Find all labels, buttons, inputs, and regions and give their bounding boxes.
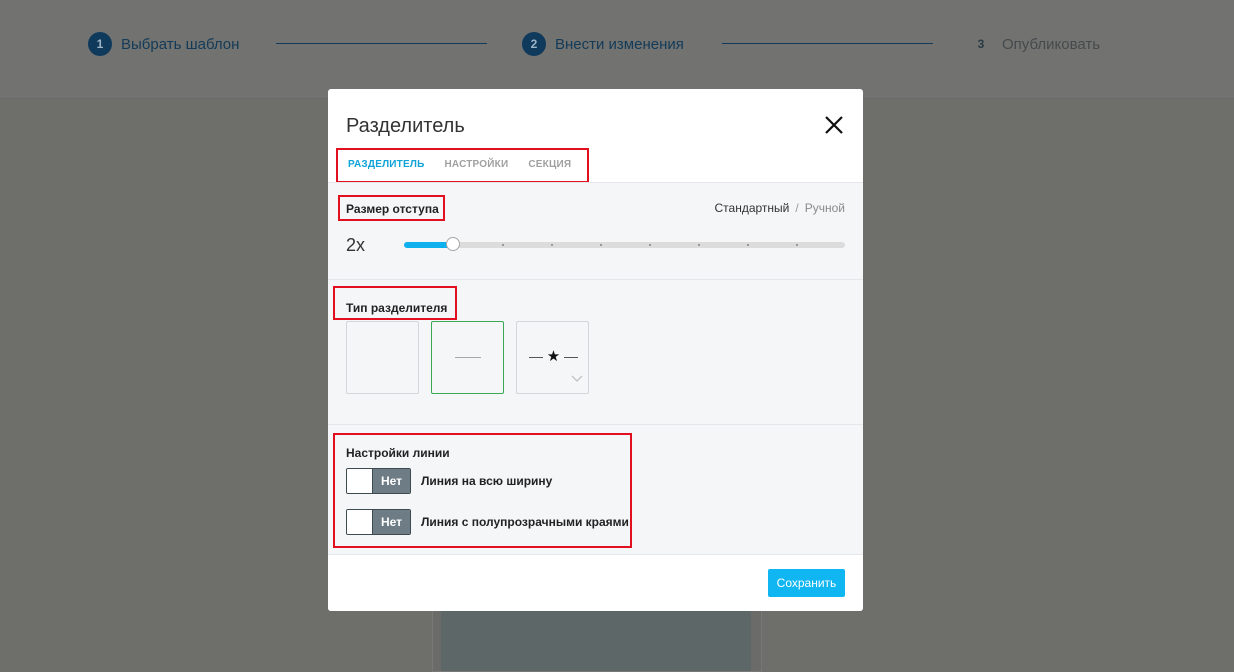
highlight-divider-type-label [333,286,457,320]
star-icon: ★ [546,348,561,365]
mode-separator: / [795,201,799,215]
highlight-tabs [336,148,589,183]
mode-manual[interactable]: Ручной [805,201,845,215]
slider-tick [698,244,700,246]
close-button[interactable] [822,113,846,137]
wizard-stepper: 1 Выбрать шаблон 2 Внести изменения 3 Оп… [0,0,1234,99]
mode-standard[interactable]: Стандартный [715,201,790,215]
chevron-down-icon [571,375,583,382]
step-number: 2 [522,32,546,56]
step-label: Внести изменения [555,35,684,53]
step-connector [722,43,933,44]
step-edit[interactable]: 2 Внести изменения [522,32,684,56]
divider-option-empty[interactable] [346,321,419,394]
preview-content [441,611,751,671]
close-icon [825,116,843,134]
padding-value: 2x [346,235,366,255]
divider-option-line[interactable] [431,321,504,394]
highlight-line-settings [333,433,632,548]
padding-slider-track[interactable] [404,242,845,248]
padding-slider-handle[interactable] [445,237,460,251]
step-label: Выбрать шаблон [121,35,240,53]
star-preview: ★ [517,349,590,365]
slider-tick [502,244,504,246]
divider-option-star[interactable]: ★ [516,321,589,394]
slider-tick [600,244,602,246]
slider-tick [551,244,553,246]
save-button[interactable]: Сохранить [768,569,845,597]
step-number: 1 [88,32,112,56]
modal-footer: Сохранить [328,554,863,611]
divider-modal: Разделитель РАЗДЕЛИТЕЛЬ НАСТРОЙКИ СЕКЦИЯ… [328,89,863,611]
step-connector [276,43,487,44]
slider-tick [796,244,798,246]
highlight-padding-label [338,195,445,221]
slider-tick [747,244,749,246]
step-publish[interactable]: 3 Опубликовать [969,32,1100,56]
line-preview [455,357,481,358]
step-choose-template[interactable]: 1 Выбрать шаблон [88,32,239,56]
step-label: Опубликовать [1002,35,1101,53]
slider-tick [649,244,651,246]
modal-title: Разделитель [346,115,465,137]
step-number: 3 [977,37,985,51]
padding-mode-switch: Стандартный / Ручной [715,201,845,215]
